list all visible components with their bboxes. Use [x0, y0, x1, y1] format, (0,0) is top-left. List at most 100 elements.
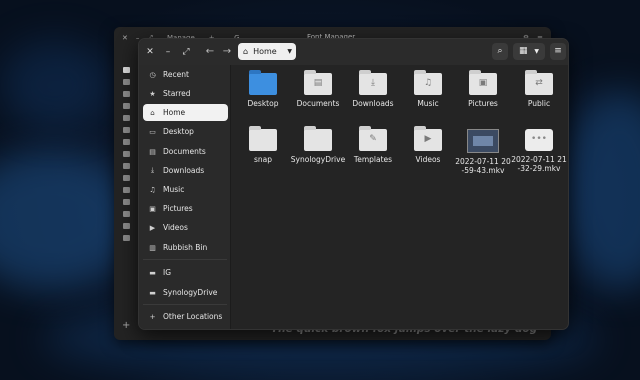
sidebar-item-downloads[interactable]: ⤓ Downloads	[143, 162, 228, 179]
drive-icon: ▬	[149, 268, 156, 277]
add-collection-icon[interactable]: +	[122, 320, 130, 331]
main-menu-button[interactable]: ≡	[550, 43, 566, 60]
files-window: ✕ – ⤢ ← → ⌂ Home ▼ ⌕ ▦ ▼ ≡ ◷ Recent ★ Star…	[138, 38, 569, 330]
drive-icon: ▬	[149, 288, 156, 297]
file-item-templates[interactable]: ✎ Templates	[345, 126, 401, 164]
file-item-documents[interactable]: ▤ Documents	[290, 70, 346, 108]
sidebar-item-synologydrive[interactable]: ▬ SynologyDrive	[143, 284, 228, 301]
close-icon[interactable]: ✕	[143, 45, 157, 59]
desktop-icon: ▭	[149, 127, 156, 136]
sidebar-item-videos[interactable]: ▶ Videos	[143, 219, 228, 236]
sidebar-item-documents[interactable]: ▤ Documents	[143, 143, 228, 160]
file-item-snap[interactable]: snap	[235, 126, 291, 164]
category-icon[interactable]	[123, 67, 130, 73]
close-icon[interactable]: ✕	[122, 34, 128, 42]
view-options-button[interactable]: ▦ ▼	[513, 43, 545, 60]
picture-icon: ▣	[149, 204, 156, 213]
category-icon[interactable]	[123, 163, 130, 169]
video-icon: ▶	[149, 223, 156, 232]
category-icon[interactable]	[123, 199, 130, 205]
sidebar-item-desktop[interactable]: ▭ Desktop	[143, 123, 228, 140]
grid-view-icon: ▦	[518, 46, 528, 56]
sidebar-item-label: IG	[163, 268, 172, 277]
search-button[interactable]: ⌕	[492, 43, 508, 60]
file-label: Music	[417, 99, 439, 108]
plus-icon: +	[149, 312, 156, 321]
file-label: 2022-07-11 20-59-43.mkv	[455, 157, 511, 175]
category-icon[interactable]	[123, 175, 130, 181]
sidebar-item-label: Recent	[163, 70, 189, 79]
sidebar-item-pictures[interactable]: ▣ Pictures	[143, 200, 228, 217]
video-thumbnail	[467, 129, 499, 153]
forward-arrow-icon[interactable]: →	[220, 45, 234, 59]
sidebar-item-label: Downloads	[163, 166, 205, 175]
sidebar-item-label: Pictures	[163, 204, 193, 213]
sidebar-item-label: Documents	[163, 147, 206, 156]
sidebar-item-label: Home	[163, 108, 186, 117]
file-item-public[interactable]: ⇄ Public	[511, 70, 567, 108]
maximize-icon[interactable]: ⤢	[179, 45, 193, 59]
pictures-folder-icon: ▣	[469, 70, 497, 95]
file-label: Videos	[415, 155, 441, 164]
download-icon: ⤓	[150, 166, 155, 174]
sidebar-item-label: SynologyDrive	[163, 288, 218, 297]
music-folder-icon: ♫	[414, 70, 442, 95]
file-item-videos[interactable]: ▶ Videos	[400, 126, 456, 164]
files-headerbar: ✕ – ⤢ ← → ⌂ Home ▼ ⌕ ▦ ▼ ≡	[139, 39, 568, 65]
back-arrow-icon[interactable]: ←	[203, 45, 217, 59]
category-icon[interactable]	[123, 115, 130, 121]
downloads-folder-icon: ⤓	[359, 70, 387, 95]
documents-folder-icon: ▤	[304, 70, 332, 95]
sidebar-item-home[interactable]: ⌂ Home	[143, 104, 228, 121]
category-icon[interactable]	[123, 79, 130, 85]
file-item-downloads[interactable]: ⤓ Downloads	[345, 70, 401, 108]
folder-icon	[249, 70, 277, 95]
path-bar-home-button[interactable]: ⌂ Home ▼	[238, 43, 296, 60]
minimize-icon[interactable]: –	[161, 45, 175, 59]
public-folder-icon: ⇄	[525, 70, 553, 95]
clock-icon: ◷	[149, 70, 156, 79]
category-icon[interactable]	[123, 91, 130, 97]
video-file-icon: •••	[525, 129, 553, 151]
file-item-video-1[interactable]: 2022-07-11 20-59-43.mkv	[455, 129, 511, 175]
sidebar-item-ig[interactable]: ▬ IG	[143, 264, 228, 281]
category-icon[interactable]	[123, 187, 130, 193]
music-icon: ♫	[149, 185, 156, 194]
sidebar-separator	[143, 259, 227, 260]
home-icon: ⌂	[243, 47, 249, 56]
file-item-desktop[interactable]: Desktop	[235, 70, 291, 108]
category-icon[interactable]	[123, 139, 130, 145]
sidebar-item-label: Other Locations	[163, 312, 223, 321]
sidebar-item-starred[interactable]: ★ Starred	[143, 85, 228, 102]
file-label: Desktop	[247, 99, 279, 108]
file-label: SynologyDrive	[290, 155, 346, 164]
category-icon[interactable]	[123, 235, 130, 241]
file-label: Downloads	[352, 99, 394, 108]
sidebar-item-rubbish-bin[interactable]: ▥ Rubbish Bin	[143, 239, 228, 256]
folder-icon	[304, 126, 332, 151]
sidebar-item-recent[interactable]: ◷ Recent	[143, 66, 228, 83]
document-icon: ▤	[149, 147, 156, 156]
category-icon[interactable]	[123, 223, 130, 229]
sidebar-item-label: Music	[163, 185, 185, 194]
category-icon[interactable]	[123, 151, 130, 157]
files-sidebar: ◷ Recent ★ Starred ⌂ Home ▭ Desktop ▤ Documen…	[139, 65, 231, 329]
sidebar-item-other-locations[interactable]: + Other Locations	[143, 308, 228, 325]
category-icon[interactable]	[123, 211, 130, 217]
file-item-pictures[interactable]: ▣ Pictures	[455, 70, 511, 108]
file-label: Pictures	[468, 99, 498, 108]
file-label: Documents	[296, 99, 340, 108]
sidebar-item-label: Starred	[163, 89, 191, 98]
sidebar-item-music[interactable]: ♫ Music	[143, 181, 228, 198]
file-item-music[interactable]: ♫ Music	[400, 70, 456, 108]
category-icon[interactable]	[123, 127, 130, 133]
file-label: Public	[527, 99, 551, 108]
file-item-video-2[interactable]: ••• 2022-07-11 21-32-29.mkv	[511, 129, 567, 173]
chevron-down-icon: ▼	[534, 48, 539, 55]
category-icon[interactable]	[123, 103, 130, 109]
templates-folder-icon: ✎	[359, 126, 387, 151]
sidebar-item-label: Videos	[163, 223, 188, 232]
file-item-synologydrive[interactable]: SynologyDrive	[290, 126, 346, 164]
sidebar-item-label: Rubbish Bin	[163, 243, 208, 252]
folder-icon	[249, 126, 277, 151]
